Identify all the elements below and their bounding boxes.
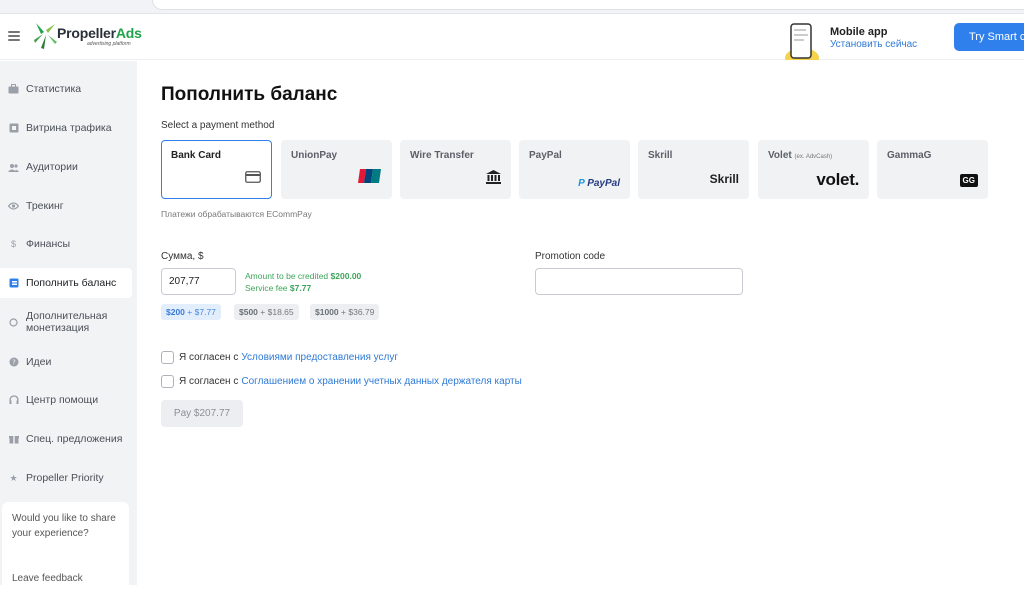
sidebar-item-traffic-showcase[interactable]: Витрина трафика (0, 113, 132, 143)
hamburger-menu-icon[interactable] (8, 31, 20, 41)
sidebar-item-top-up-balance[interactable]: Пополнить баланс (0, 268, 132, 298)
payment-method-name: Skrill (648, 150, 673, 161)
unionpay-logo (358, 168, 382, 189)
sidebar-item-label: Пополнить баланс (26, 277, 117, 289)
payment-method-name: Bank Card (171, 150, 222, 161)
sidebar-item-label: Финансы (26, 238, 71, 250)
pay-button[interactable]: Pay $207.77 (161, 400, 243, 427)
terms-of-service-link[interactable]: Условиями предоставления услуг (241, 352, 398, 363)
sidebar-item-audiences[interactable]: Аудитории (0, 152, 132, 182)
feedback-prompt: Would you like to share your experience? (12, 513, 116, 539)
promo-code-input[interactable] (535, 268, 743, 295)
storefront-icon (8, 123, 19, 134)
amount-input[interactable] (161, 268, 236, 295)
payment-method-wire-transfer[interactable]: Wire Transfer (400, 140, 511, 199)
dollar-icon: $ (10, 239, 16, 249)
sidebar-item-label: Центр помощи (26, 394, 99, 406)
mobile-app-title: Mobile app (830, 26, 888, 38)
phone-icon (785, 23, 819, 60)
wallet-icon (8, 278, 19, 289)
propeller-logo-icon (34, 23, 57, 49)
sidebar-item-monetization[interactable]: Дополнительная монетизация (0, 305, 132, 339)
gammag-logo: GG (959, 174, 978, 187)
payment-method-name: UnionPay (291, 150, 338, 161)
payment-method-name: PayPal (529, 150, 562, 161)
svg-text:?: ? (12, 359, 16, 367)
logo-text: PropellerAds (57, 25, 142, 41)
processor-note: Платежи обрабатываются ECommPay (161, 209, 312, 219)
skrill-logo: Skrill (709, 172, 739, 186)
sidebar-item-propeller-priority[interactable]: ★ Propeller Priority (0, 463, 132, 493)
lightbulb-icon: ? (8, 357, 19, 368)
main-content: Пополнить баланс Select a payment method… (137, 61, 1024, 585)
sidebar-item-label: Трекинг (26, 200, 64, 212)
sidebar-item-label: Идеи (26, 356, 52, 368)
sidebar-item-label: Аудитории (26, 161, 78, 173)
amount-label: Сумма, $ (161, 251, 204, 262)
amount-credited: Amount to be credited $200.00 (245, 271, 362, 281)
logo-tagline: advertising platform (87, 41, 131, 47)
service-fee: Service fee $7.77 (245, 283, 312, 293)
payment-method-gammag[interactable]: GammaG GG (877, 140, 988, 199)
sidebar-item-special-offers[interactable]: Спец. предложения (0, 424, 132, 454)
sidebar: Статистика Витрина трафика Аудитории Тре… (0, 61, 137, 592)
top-header: PropellerAds advertising platform Mobile… (0, 14, 1024, 60)
card-storage-agreement: Я согласен с Соглашением о хранении учет… (161, 374, 522, 388)
paypal-logo: P PayPal (578, 178, 620, 189)
browser-strip (0, 0, 1024, 14)
payment-method-label: Select a payment method (161, 120, 275, 131)
agreement-prefix: Я согласен с (179, 375, 239, 387)
terms-agreement: Я согласен с Условиями предоставления ус… (161, 350, 398, 364)
payment-method-skrill[interactable]: Skrill Skrill (638, 140, 749, 199)
leave-feedback-link[interactable]: Leave feedback (12, 572, 83, 587)
headset-icon (8, 395, 19, 406)
try-smart-button[interactable]: Try Smart c (954, 23, 1024, 51)
feedback-card: Would you like to share your experience?… (2, 502, 129, 592)
users-icon (8, 162, 19, 173)
address-bar[interactable] (152, 0, 1024, 10)
gift-icon (8, 434, 19, 445)
payment-method-volet[interactable]: Volet (ex. AdvCash) volet. (758, 140, 869, 199)
bank-icon (486, 170, 501, 189)
propellerads-logo[interactable]: PropellerAds advertising platform (33, 21, 143, 53)
sidebar-item-ideas[interactable]: ? Идеи (0, 347, 132, 377)
sidebar-item-label: Спец. предложения (26, 433, 123, 445)
terms-checkbox[interactable] (161, 350, 174, 364)
card-storage-link[interactable]: Соглашением о хранении учетных данных де… (241, 376, 521, 387)
sidebar-item-label: Витрина трафика (26, 122, 112, 134)
payment-method-paypal[interactable]: PayPal P PayPal (519, 140, 630, 199)
install-now-link[interactable]: Установить сейчас (830, 39, 917, 50)
preset-1000-button[interactable]: $1000 + $36.79 (310, 304, 380, 320)
payment-method-name: Wire Transfer (410, 150, 474, 161)
sidebar-item-finance[interactable]: $ Финансы (0, 229, 132, 259)
sidebar-item-label: Статистика (26, 83, 82, 95)
card-storage-checkbox[interactable] (161, 374, 174, 388)
star-icon: ★ (9, 472, 18, 483)
preset-200-button[interactable]: $200 + $7.77 (161, 304, 221, 320)
payment-method-bank-card[interactable]: Bank Card (161, 140, 272, 199)
monetization-icon (8, 317, 19, 328)
sidebar-item-label: Дополнительная монетизация (26, 310, 108, 334)
payment-method-unionpay[interactable]: UnionPay (281, 140, 392, 199)
sidebar-item-help-center[interactable]: Центр помощи (0, 385, 132, 415)
payment-method-name: Volet (ex. AdvCash) (768, 150, 833, 161)
volet-logo: volet. (816, 170, 859, 189)
card-icon (245, 170, 261, 188)
payment-method-name: GammaG (887, 150, 932, 161)
eye-icon (8, 201, 19, 212)
sidebar-item-statistics[interactable]: Статистика (0, 74, 132, 104)
mobile-app-promo: Mobile app Установить сейчас (782, 18, 942, 60)
briefcase-icon (8, 84, 19, 95)
page-title: Пополнить баланс (161, 84, 338, 105)
sidebar-item-tracking[interactable]: Трекинг (0, 191, 132, 221)
sidebar-item-label: Propeller Priority (26, 472, 104, 484)
promo-label: Promotion code (535, 251, 606, 262)
preset-500-button[interactable]: $500 + $18.65 (234, 304, 299, 320)
credit-summary: Amount to be credited $200.00 Service fe… (245, 270, 361, 294)
agreement-prefix: Я согласен с (179, 351, 239, 363)
